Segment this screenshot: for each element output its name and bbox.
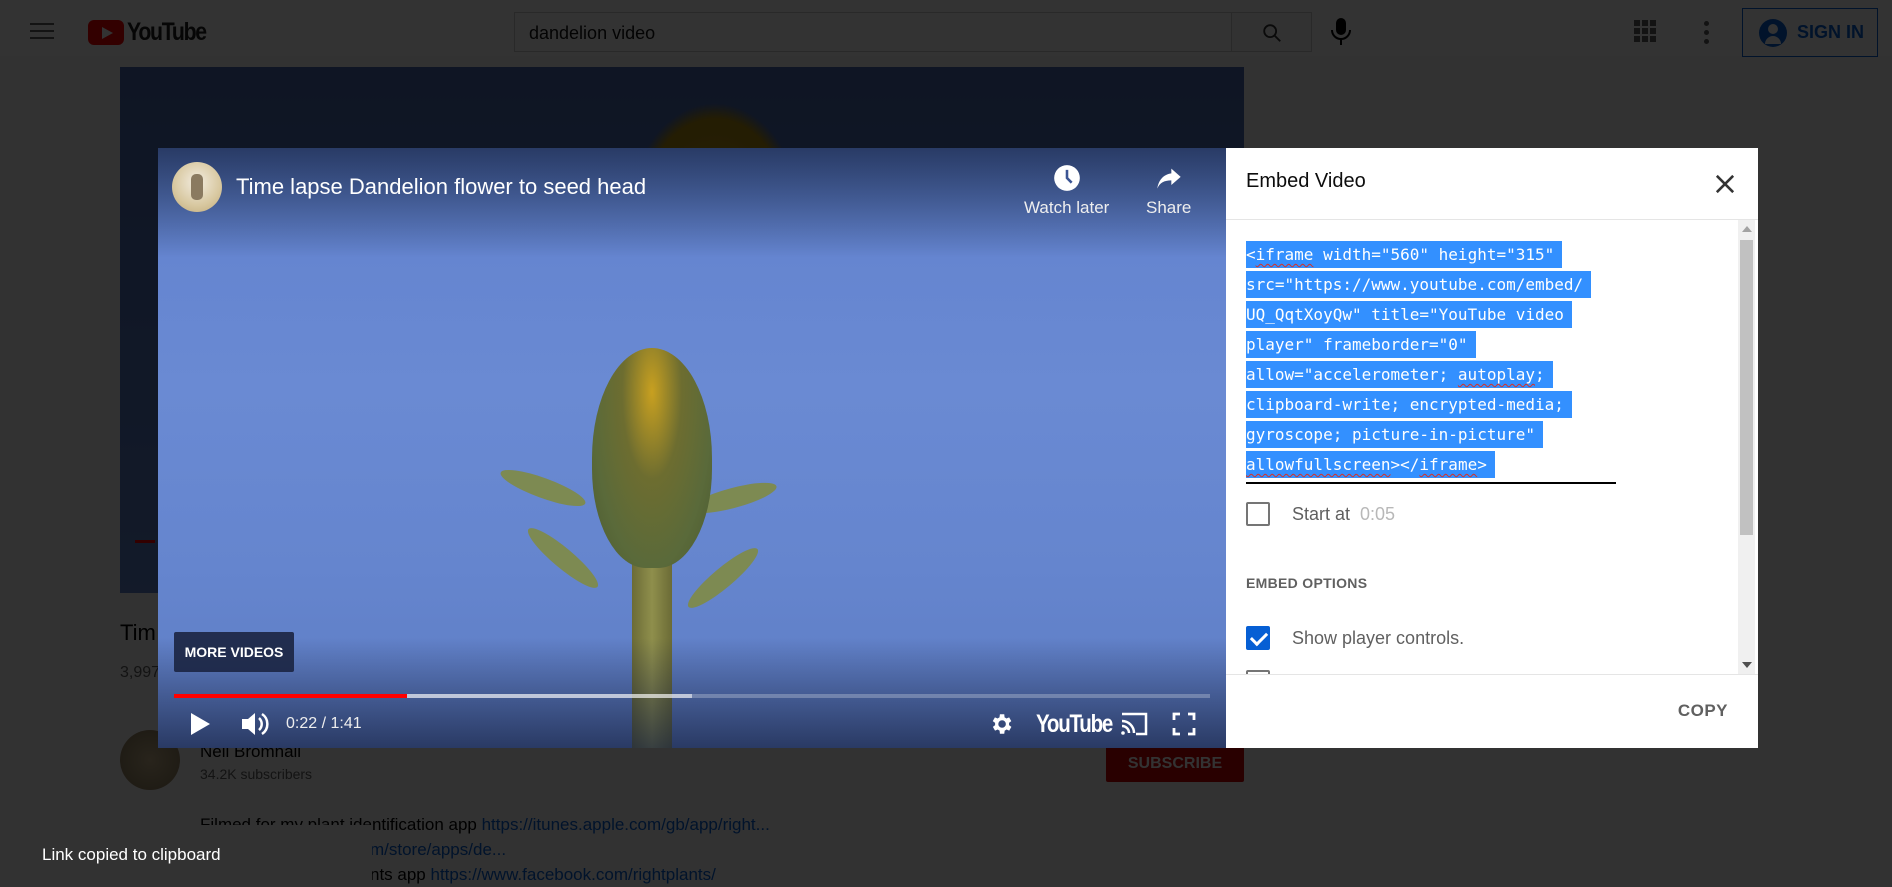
embed-code-line: UQ_QqtXoyQw" title="YouTube video bbox=[1246, 300, 1616, 330]
play-icon bbox=[191, 713, 210, 735]
embed-code-line: player" frameborder="0" bbox=[1246, 330, 1616, 360]
fullscreen-button[interactable] bbox=[1172, 706, 1196, 742]
show-player-controls-label: Show player controls. bbox=[1292, 628, 1465, 648]
share-arrow-icon bbox=[1157, 168, 1181, 189]
embed-code-line: allowfullscreen></iframe> bbox=[1246, 450, 1616, 480]
close-icon[interactable] bbox=[1711, 170, 1739, 198]
sepal bbox=[682, 541, 764, 615]
spell-error: iframe bbox=[1419, 455, 1478, 474]
scroll-thumb[interactable] bbox=[1740, 240, 1753, 535]
embed-dialog-title: Embed Video bbox=[1246, 170, 1366, 192]
embed-dialog-footer: COPY bbox=[1226, 674, 1758, 748]
fullscreen-icon bbox=[1172, 712, 1196, 736]
embed-options-header: EMBED OPTIONS bbox=[1246, 575, 1368, 591]
start-at-checkbox[interactable] bbox=[1246, 502, 1270, 526]
embed-code-line: gyroscope; picture-in-picture" bbox=[1246, 420, 1616, 450]
start-at-time-input[interactable]: 0:05 bbox=[1360, 504, 1395, 524]
progress-bar[interactable] bbox=[174, 694, 1210, 698]
play-button[interactable] bbox=[188, 706, 212, 742]
video-player[interactable]: Time lapse Dandelion flower to seed head… bbox=[158, 148, 1226, 748]
player-channel-avatar[interactable] bbox=[172, 162, 222, 212]
embed-code-line: allow="accelerometer; autoplay; bbox=[1246, 360, 1616, 390]
more-videos-button[interactable]: MORE VIDEOS bbox=[174, 632, 294, 672]
time-display: 0:22 / 1:41 bbox=[286, 715, 362, 732]
watch-later-label: Watch later bbox=[1024, 198, 1110, 217]
share-button[interactable]: Share bbox=[1146, 164, 1191, 218]
embed-code-line: <iframe width="560" height="315" bbox=[1246, 240, 1616, 270]
cast-icon bbox=[1121, 712, 1148, 736]
watch-later-button[interactable]: Watch later bbox=[1024, 164, 1109, 218]
embed-code-line: src="https://www.youtube.com/embed/ bbox=[1246, 270, 1616, 300]
cast-button[interactable] bbox=[1118, 706, 1150, 742]
volume-icon bbox=[242, 712, 269, 736]
spell-error: iframe bbox=[1255, 245, 1314, 264]
embed-scrollbar[interactable] bbox=[1738, 220, 1755, 674]
start-at-label: Start at bbox=[1292, 504, 1351, 524]
embed-dialog-header: Embed Video bbox=[1226, 148, 1758, 220]
spell-error: allowfullscreen bbox=[1246, 455, 1391, 474]
embed-code-textarea[interactable]: <iframe width="560" height="315" src="ht… bbox=[1246, 240, 1616, 484]
dandelion-bud bbox=[592, 348, 712, 568]
toast-message: Link copied to clipboard bbox=[42, 845, 221, 864]
scroll-up-arrow-icon[interactable] bbox=[1742, 226, 1752, 232]
copy-button[interactable]: COPY bbox=[1678, 701, 1728, 721]
toast-notification: Link copied to clipboard bbox=[12, 825, 372, 887]
player-video-title[interactable]: Time lapse Dandelion flower to seed head bbox=[236, 174, 646, 200]
show-player-controls-checkbox[interactable] bbox=[1246, 626, 1270, 650]
sepal bbox=[497, 463, 589, 513]
clock-icon bbox=[1053, 165, 1080, 191]
share-label: Share bbox=[1146, 198, 1192, 217]
embed-video-dialog: Embed Video <iframe width="560" height="… bbox=[1226, 148, 1758, 748]
volume-button[interactable] bbox=[240, 706, 270, 742]
start-at-option: Start at 0:05 bbox=[1292, 504, 1395, 525]
scroll-down-arrow-icon[interactable] bbox=[1742, 662, 1752, 668]
youtube-watermark-button[interactable]: YouTube bbox=[1036, 706, 1113, 742]
sepal bbox=[522, 521, 604, 595]
settings-button[interactable] bbox=[988, 706, 1014, 742]
spell-error: autoplay bbox=[1457, 365, 1535, 384]
embed-code-line: clipboard-write; encrypted-media; bbox=[1246, 390, 1616, 420]
gear-icon bbox=[992, 714, 1012, 734]
embed-dialog-body: <iframe width="560" height="315" src="ht… bbox=[1226, 220, 1758, 674]
progress-played bbox=[174, 694, 408, 698]
